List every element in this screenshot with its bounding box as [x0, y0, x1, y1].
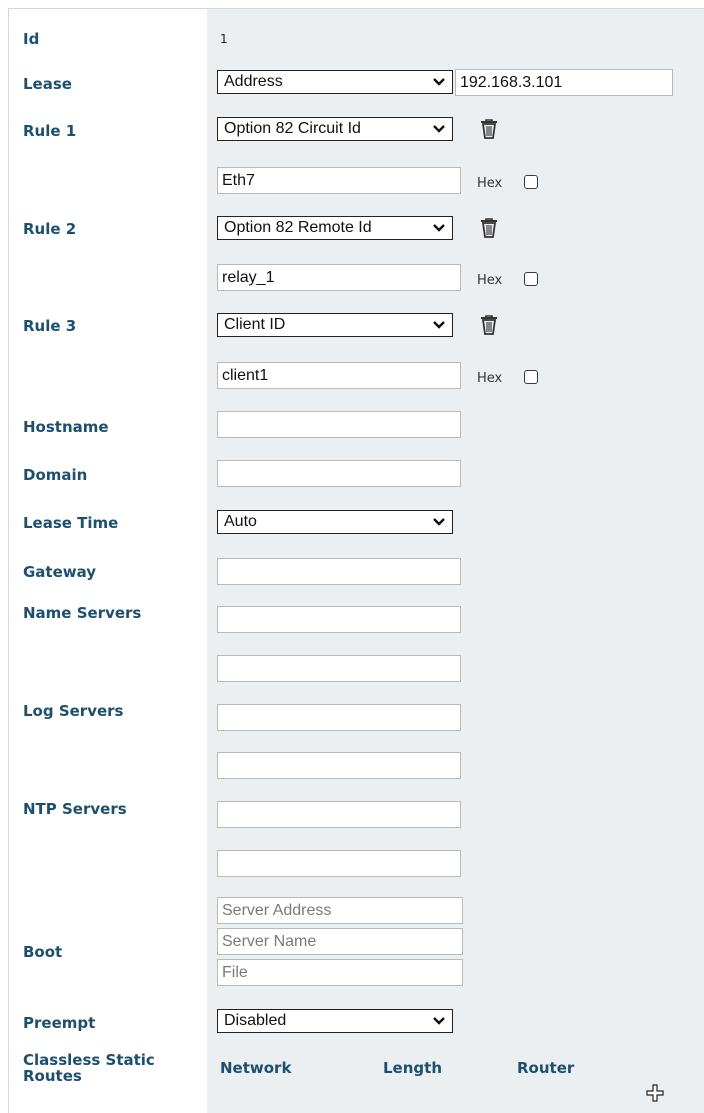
lease-type-value: Address — [224, 73, 283, 90]
classless-static-routes-label: Classless Static Routes — [23, 1052, 155, 1084]
lease-label: Lease — [23, 75, 72, 93]
rule-3-type-value: Client ID — [224, 316, 286, 333]
lease-time-select[interactable]: Auto — [217, 510, 453, 534]
preempt-value: Disabled — [224, 1012, 287, 1029]
log-servers-label: Log Servers — [23, 702, 124, 720]
rule-3-label: Rule 3 — [23, 317, 77, 335]
gateway-label: Gateway — [23, 563, 97, 581]
routes-label-line-2: Routes — [23, 1067, 82, 1085]
rule-3-hex-checkbox[interactable] — [524, 370, 538, 384]
rule-1-value-input[interactable]: Eth7 — [217, 167, 461, 194]
lease-type-select[interactable]: Address — [217, 70, 453, 94]
id-label: Id — [23, 30, 40, 48]
chevron-down-icon — [433, 518, 445, 526]
rule-2-label: Rule 2 — [23, 220, 77, 238]
rule-3-type-select[interactable]: Client ID — [217, 313, 453, 337]
rule-3-value-input[interactable]: client1 — [217, 362, 461, 389]
lease-address-input[interactable]: 192.168.3.101 — [455, 69, 673, 96]
routes-label-line-1: Classless Static — [23, 1051, 155, 1069]
log-server-1-input[interactable] — [217, 704, 461, 731]
rule-1-label: Rule 1 — [23, 122, 77, 140]
rule-2-value-input[interactable]: relay_1 — [217, 264, 461, 291]
rule-1-hex-label: Hex — [477, 176, 503, 191]
lease-time-value: Auto — [224, 513, 257, 530]
trash-icon[interactable] — [479, 217, 499, 239]
boot-file-input[interactable]: File — [217, 959, 463, 986]
hostname-label: Hostname — [23, 418, 109, 436]
id-value: 1 — [220, 32, 228, 46]
preempt-select[interactable]: Disabled — [217, 1009, 453, 1033]
boot-server-address-input[interactable]: Server Address — [217, 897, 463, 924]
name-server-1-input[interactable] — [217, 606, 461, 633]
name-server-2-input[interactable] — [217, 655, 461, 682]
rule-1-type-select[interactable]: Option 82 Circuit Id — [217, 117, 453, 141]
chevron-down-icon — [433, 78, 445, 86]
ntp-server-2-input[interactable] — [217, 850, 461, 877]
chevron-down-icon — [433, 321, 445, 329]
chevron-down-icon — [433, 224, 445, 232]
boot-server-name-input[interactable]: Server Name — [217, 928, 463, 955]
boot-label: Boot — [23, 943, 63, 961]
rule-2-type-select[interactable]: Option 82 Remote Id — [217, 216, 453, 240]
rule-2-hex-label: Hex — [477, 273, 503, 288]
routes-network-header: Network — [220, 1059, 292, 1077]
domain-input[interactable] — [217, 460, 461, 487]
ntp-servers-label: NTP Servers — [23, 800, 127, 818]
preempt-label: Preempt — [23, 1014, 96, 1032]
rule-2-type-value: Option 82 Remote Id — [224, 219, 372, 236]
domain-label: Domain — [23, 466, 88, 484]
log-server-2-input[interactable] — [217, 752, 461, 779]
chevron-down-icon — [433, 1017, 445, 1025]
rule-1-type-value: Option 82 Circuit Id — [224, 120, 361, 137]
routes-router-header: Router — [517, 1059, 575, 1077]
chevron-down-icon — [433, 125, 445, 133]
trash-icon[interactable] — [479, 314, 499, 336]
lease-time-label: Lease Time — [23, 514, 119, 532]
rule-1-hex-checkbox[interactable] — [524, 175, 538, 189]
trash-icon[interactable] — [479, 118, 499, 140]
hostname-input[interactable] — [217, 411, 461, 438]
gateway-input[interactable] — [217, 558, 461, 585]
ntp-server-1-input[interactable] — [217, 801, 461, 828]
routes-length-header: Length — [383, 1059, 442, 1077]
rule-2-hex-checkbox[interactable] — [524, 272, 538, 286]
name-servers-label: Name Servers — [23, 604, 142, 622]
rule-3-hex-label: Hex — [477, 371, 503, 386]
plus-icon[interactable] — [645, 1083, 665, 1103]
